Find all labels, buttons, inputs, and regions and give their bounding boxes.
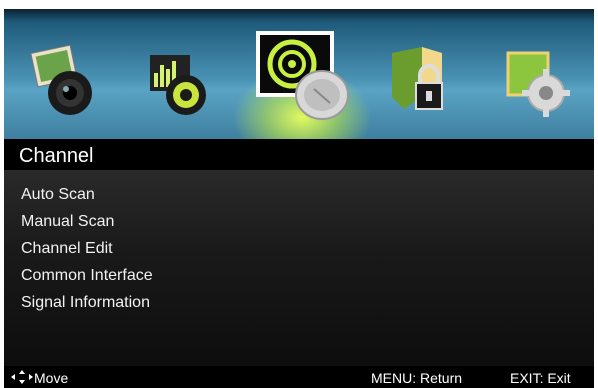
arrows-icon	[10, 369, 34, 388]
menu-item-channel-edit[interactable]: Channel Edit	[21, 240, 113, 258]
lock-icon[interactable]	[382, 27, 472, 127]
channel-icon[interactable]	[250, 19, 360, 135]
menu-title: Channel	[19, 145, 94, 167]
tv-osd-menu: Channel Auto Scan Manual Scan Channel Ed…	[4, 9, 594, 388]
footer-exit-hint: EXIT: Exit	[510, 370, 571, 386]
menu-list: Auto Scan Manual Scan Channel Edit Commo…	[4, 170, 594, 366]
menu-item-signal-information[interactable]: Signal Information	[21, 294, 150, 312]
setup-icon[interactable]	[498, 27, 588, 127]
menu-item-auto-scan[interactable]: Auto Scan	[21, 186, 95, 204]
picture-icon[interactable]	[22, 27, 112, 127]
menu-item-common-interface[interactable]: Common Interface	[21, 267, 153, 285]
footer-menu-hint: MENU: Return	[371, 370, 463, 386]
footer-move-hint: Move	[34, 370, 69, 386]
menu-item-manual-scan[interactable]: Manual Scan	[21, 213, 114, 231]
sound-icon[interactable]	[138, 27, 228, 127]
category-icon-bar	[4, 9, 594, 151]
footer-hint-bar: Move MENU: Return EXIT: Exit	[4, 366, 594, 388]
